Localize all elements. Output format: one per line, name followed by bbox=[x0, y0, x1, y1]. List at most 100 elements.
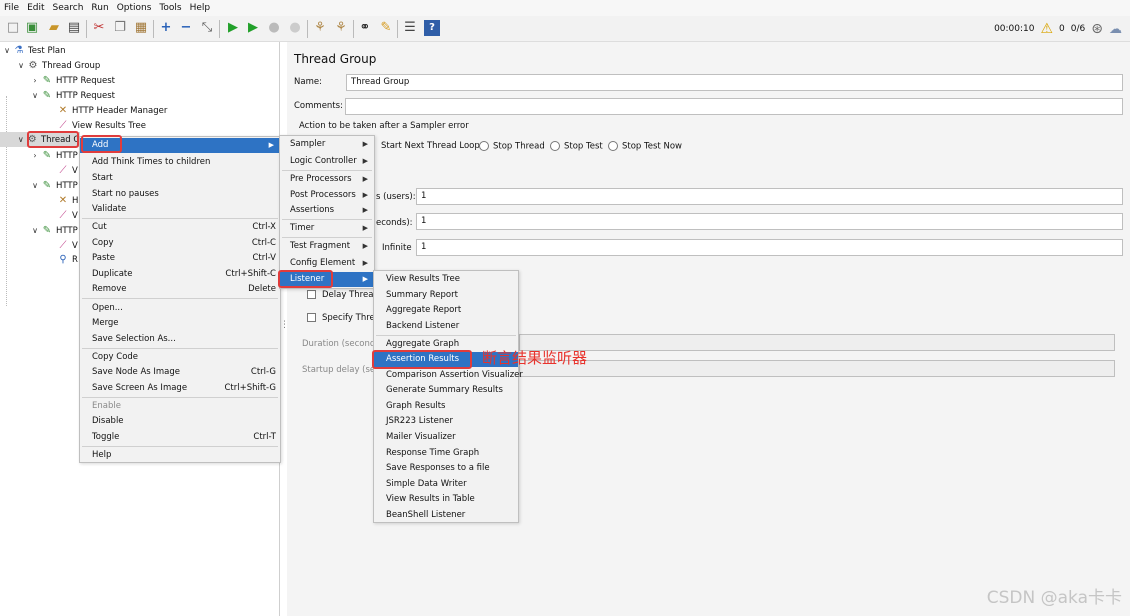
menu-item-save-screen-image[interactable]: Save Screen As Image Ctrl+Shift-G bbox=[80, 381, 280, 396]
tree-node-http-header-manager[interactable]: ✕ HTTP Header Manager bbox=[46, 103, 168, 118]
clear-icon[interactable]: ⚘ bbox=[312, 20, 328, 36]
expanded-chevron-icon[interactable]: ∨ bbox=[30, 226, 40, 235]
menu-item-save-node-image[interactable]: Save Node As Image Ctrl-G bbox=[80, 365, 280, 380]
tree-node-listener[interactable]: ⟋ V bbox=[46, 163, 78, 178]
menu-item-comparison-assertion-visualizer[interactable]: Comparison Assertion Visualizer bbox=[374, 368, 523, 383]
stop-icon[interactable]: ● bbox=[266, 20, 282, 36]
tree-node-assertion[interactable]: ⚲ R bbox=[46, 252, 78, 267]
checkbox-box[interactable] bbox=[307, 290, 316, 299]
menu-help[interactable]: Help bbox=[186, 0, 215, 16]
start-no-pauses-icon[interactable]: ▶ bbox=[245, 20, 261, 36]
radio-stop-test-now[interactable]: Stop Test Now bbox=[608, 141, 682, 152]
menu-item-start-no-pauses[interactable]: Start no pauses bbox=[80, 187, 280, 202]
remote-status-icon[interactable]: ⊛ bbox=[1091, 21, 1103, 37]
menu-item-post-processors[interactable]: Post Processors ▶ bbox=[280, 188, 374, 203]
menu-item-toggle[interactable]: Toggle Ctrl-T bbox=[80, 430, 280, 445]
tree-node-http-request[interactable]: ∨ ✎ HTTP Request bbox=[30, 88, 115, 103]
save-icon[interactable]: ▤ bbox=[66, 20, 82, 36]
search-icon[interactable]: ⚭ bbox=[357, 20, 373, 36]
menu-item-beanshell-listener[interactable]: BeanShell Listener bbox=[374, 508, 518, 523]
rampup-field[interactable]: 1 bbox=[416, 213, 1123, 230]
radio-circle[interactable] bbox=[550, 141, 560, 151]
delay-thread-checkbox[interactable]: Delay Thread bbox=[307, 290, 379, 300]
paste-icon[interactable]: ▦ bbox=[133, 20, 149, 36]
loop-count-field[interactable]: 1 bbox=[416, 239, 1123, 256]
menu-item-response-time-graph[interactable]: Response Time Graph bbox=[374, 446, 518, 461]
menu-item-mailer-visualizer[interactable]: Mailer Visualizer bbox=[374, 430, 518, 445]
menu-item-duplicate[interactable]: Duplicate Ctrl+Shift-C bbox=[80, 267, 280, 282]
menu-run[interactable]: Run bbox=[87, 0, 112, 16]
menu-item-graph-results[interactable]: Graph Results bbox=[374, 399, 518, 414]
menu-item-help[interactable]: Help bbox=[80, 448, 280, 463]
threads-field[interactable]: 1 bbox=[416, 188, 1123, 205]
menu-item-start[interactable]: Start bbox=[80, 171, 280, 186]
radio-stop-test[interactable]: Stop Test bbox=[550, 141, 603, 152]
cut-icon[interactable]: ✂ bbox=[91, 20, 107, 36]
start-icon[interactable]: ▶ bbox=[225, 20, 241, 36]
menu-item-summary-report[interactable]: Summary Report bbox=[374, 288, 518, 303]
menu-item-save-selection[interactable]: Save Selection As... bbox=[80, 332, 280, 347]
menu-item-aggregate-report[interactable]: Aggregate Report bbox=[374, 303, 518, 318]
tree-node-http-request[interactable]: ∨ ✎ HTTP bbox=[30, 223, 78, 238]
menu-item-backend-listener[interactable]: Backend Listener bbox=[374, 319, 518, 334]
menu-item-cut[interactable]: Cut Ctrl-X bbox=[80, 220, 280, 235]
tree-node-http-request[interactable]: › ✎ HTTP Request bbox=[30, 73, 115, 88]
copy-icon[interactable]: ❐ bbox=[112, 20, 128, 36]
menu-item-add-think-times[interactable]: Add Think Times to children bbox=[80, 155, 280, 170]
reset-search-icon[interactable]: ✎ bbox=[378, 20, 394, 36]
menu-tools[interactable]: Tools bbox=[155, 0, 185, 16]
menu-item-view-results-in-table[interactable]: View Results in Table bbox=[374, 492, 518, 507]
radio-start-next-loop[interactable]: Start Next Thread Loop bbox=[381, 141, 480, 151]
menu-item-paste[interactable]: Paste Ctrl-V bbox=[80, 251, 280, 266]
checkbox-box[interactable] bbox=[307, 313, 316, 322]
help-icon[interactable]: ? bbox=[424, 20, 440, 36]
new-icon[interactable]: □ bbox=[5, 20, 21, 36]
menu-item-assertions[interactable]: Assertions ▶ bbox=[280, 203, 374, 218]
menu-item-timer[interactable]: Timer ▶ bbox=[280, 221, 374, 236]
expand-icon[interactable]: + bbox=[158, 20, 174, 36]
menu-file[interactable]: File bbox=[0, 0, 23, 16]
comments-field[interactable] bbox=[345, 98, 1123, 115]
menu-item-generate-summary-results[interactable]: Generate Summary Results bbox=[374, 383, 518, 398]
radio-circle[interactable] bbox=[608, 141, 618, 151]
menu-item-config-element[interactable]: Config Element ▶ bbox=[280, 256, 374, 271]
collapsed-chevron-icon[interactable]: › bbox=[30, 76, 40, 85]
collapsed-chevron-icon[interactable]: › bbox=[30, 151, 40, 160]
tree-node-test-plan[interactable]: ∨ ⚗ Test Plan bbox=[2, 43, 65, 58]
log-icon[interactable]: ☁ bbox=[1109, 22, 1122, 37]
menu-edit[interactable]: Edit bbox=[23, 0, 48, 16]
expanded-chevron-icon[interactable]: ∨ bbox=[30, 91, 40, 100]
menu-options[interactable]: Options bbox=[113, 0, 156, 16]
specify-thread-checkbox[interactable]: Specify Threa bbox=[307, 313, 380, 323]
menu-item-test-fragment[interactable]: Test Fragment ▶ bbox=[280, 239, 374, 254]
menu-item-validate[interactable]: Validate bbox=[80, 202, 280, 217]
expanded-chevron-icon[interactable]: ∨ bbox=[16, 61, 26, 70]
function-helper-icon[interactable]: ☰ bbox=[402, 20, 418, 36]
menu-item-simple-data-writer[interactable]: Simple Data Writer bbox=[374, 477, 518, 492]
tree-node-listener[interactable]: ⟋ V bbox=[46, 208, 78, 223]
tree-node-thread-group[interactable]: ∨ ⚙ Thread Group bbox=[16, 58, 100, 73]
menu-item-sampler[interactable]: Sampler ▶ bbox=[280, 137, 374, 152]
toggle-icon[interactable]: ⤡ bbox=[199, 20, 215, 36]
radio-circle[interactable] bbox=[479, 141, 489, 151]
menu-item-disable[interactable]: Disable bbox=[80, 414, 280, 429]
name-field[interactable]: Thread Group bbox=[346, 74, 1123, 91]
menu-item-logic-controller[interactable]: Logic Controller ▶ bbox=[280, 154, 374, 169]
clear-all-icon[interactable]: ⚘ bbox=[333, 20, 349, 36]
expanded-chevron-icon[interactable]: ∨ bbox=[2, 46, 12, 55]
menu-item-open[interactable]: Open... bbox=[80, 301, 280, 316]
templates-icon[interactable]: ▣ bbox=[24, 20, 40, 36]
menu-item-copy-code[interactable]: Copy Code bbox=[80, 350, 280, 365]
menu-item-jsr223-listener[interactable]: JSR223 Listener bbox=[374, 414, 518, 429]
tree-node-listener[interactable]: ⟋ V bbox=[46, 238, 78, 253]
open-icon[interactable]: ▰ bbox=[46, 20, 62, 36]
shutdown-icon[interactable]: ● bbox=[287, 20, 303, 36]
menu-item-remove[interactable]: Remove Delete bbox=[80, 282, 280, 297]
tree-node-http-request[interactable]: › ✎ HTTP bbox=[30, 148, 77, 163]
menu-item-view-results-tree[interactable]: View Results Tree bbox=[374, 272, 518, 287]
menu-item-merge[interactable]: Merge bbox=[80, 316, 280, 331]
menu-item-copy[interactable]: Copy Ctrl-C bbox=[80, 236, 280, 251]
menu-search[interactable]: Search bbox=[49, 0, 88, 16]
collapse-icon[interactable]: − bbox=[178, 20, 194, 36]
expanded-chevron-icon[interactable]: ∨ bbox=[30, 181, 40, 190]
